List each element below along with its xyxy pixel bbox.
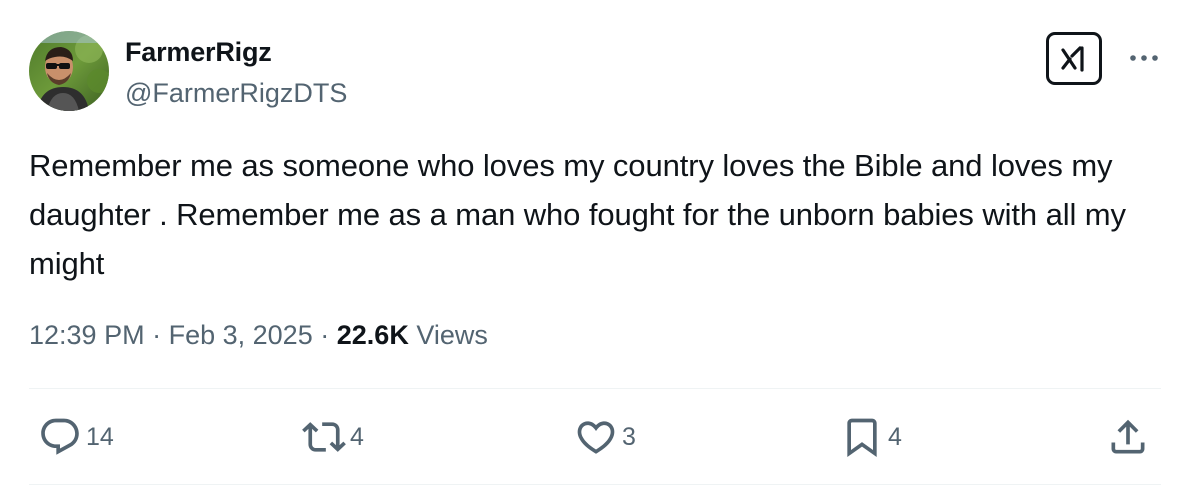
repost-icon [302, 422, 346, 452]
views-count: 22.6K [336, 320, 409, 350]
views-label: Views [416, 320, 488, 350]
bookmark-count: 4 [888, 422, 902, 451]
like-button[interactable]: 3 [574, 412, 636, 462]
grok-button[interactable] [1046, 32, 1102, 85]
tweet-text: Remember me as someone who loves my coun… [29, 148, 1126, 281]
reply-count: 14 [86, 422, 114, 451]
tweet-date: Feb 3, 2025 [168, 320, 313, 350]
reply-icon [41, 418, 79, 455]
divider [29, 484, 1161, 485]
user-handle[interactable]: @FarmerRigzDTS [125, 76, 347, 110]
views-link[interactable]: 22.6K Views [337, 320, 488, 350]
repost-count: 4 [350, 422, 364, 451]
like-count: 3 [622, 422, 636, 451]
profile-photo [29, 31, 109, 111]
repost-button[interactable]: 4 [302, 412, 364, 462]
reply-button[interactable]: 14 [38, 412, 114, 462]
avatar[interactable] [29, 31, 109, 111]
bookmark-icon [847, 418, 877, 458]
display-name[interactable]: FarmerRigz [125, 35, 272, 69]
tweet-time: 12:39 PM [29, 320, 145, 350]
tweet-timestamp[interactable]: 12:39 PM · Feb 3, 2025 [29, 320, 313, 350]
heart-icon [577, 421, 615, 454]
share-icon [1111, 419, 1145, 454]
meta-separator: · [152, 320, 162, 350]
bookmark-button[interactable]: 4 [840, 412, 902, 462]
tweet-meta: 12:39 PM · Feb 3, 2025 · 22.6K Views [29, 318, 488, 352]
more-button[interactable] [1124, 44, 1164, 72]
grok-icon [1061, 45, 1084, 72]
meta-separator: · [320, 320, 330, 350]
share-button[interactable] [1106, 412, 1150, 462]
more-horizontal-icon [1130, 55, 1158, 61]
divider [29, 388, 1161, 389]
